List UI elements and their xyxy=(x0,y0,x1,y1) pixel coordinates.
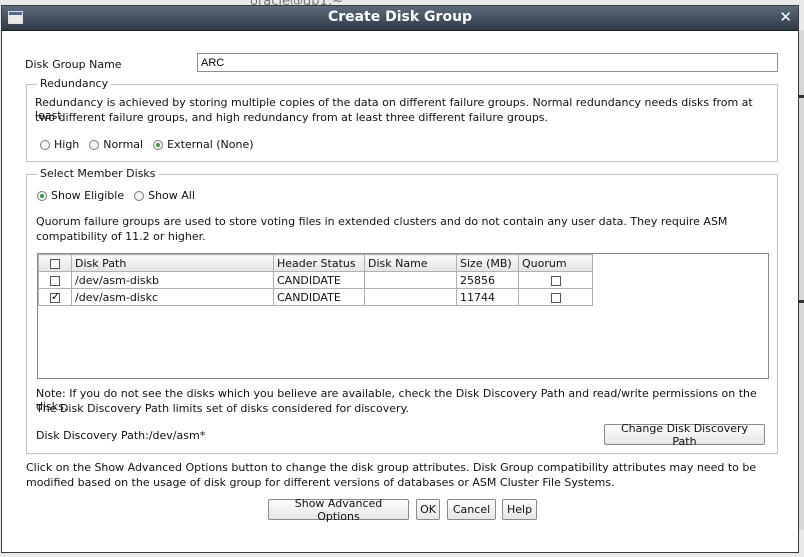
background-edge-mark xyxy=(799,95,804,98)
quorum-checkbox[interactable] xyxy=(550,292,561,303)
dialog-content: Disk Group Name Redundancy Redundancy is… xyxy=(2,31,798,552)
disk-name-cell xyxy=(364,288,457,306)
ok-button[interactable]: OK xyxy=(416,499,440,520)
discovery-path-label: Disk Discovery Path:/dev/asm* xyxy=(36,429,206,442)
redundancy-normal-label: Normal xyxy=(103,138,144,151)
redundancy-group: Redundancy Redundancy is achieved by sto… xyxy=(26,77,778,162)
advanced-note-line1: Click on the Show Advanced Options butto… xyxy=(26,461,757,474)
disk-table-panel[interactable]: Disk Path Header Status Disk Name Size (… xyxy=(37,253,769,379)
change-discovery-path-button[interactable]: Change Disk Discovery Path xyxy=(604,422,765,448)
background-edge-mark xyxy=(799,300,804,303)
column-disk-path[interactable]: Disk Path xyxy=(71,254,274,272)
show-all-label: Show All xyxy=(148,189,195,202)
redundancy-high-label: High xyxy=(54,138,80,151)
select-all-cell xyxy=(38,254,72,272)
header-status-cell: CANDIDATE xyxy=(273,271,365,289)
size-cell: 11744 xyxy=(456,288,519,306)
redundancy-description-line2: two different failure groups, and high r… xyxy=(35,111,549,124)
row-select-checkbox[interactable] xyxy=(50,275,60,286)
disk-group-name-label: Disk Group Name xyxy=(25,58,122,71)
show-eligible-label: Show Eligible xyxy=(51,189,125,202)
disk-path-cell: /dev/asm-diskb xyxy=(71,271,274,289)
help-button[interactable]: Help xyxy=(502,499,537,520)
create-disk-group-dialog: Create Disk Group ✕ Disk Group Name Redu… xyxy=(1,5,799,553)
disk-path-cell: /dev/asm-diskc xyxy=(71,288,274,306)
quorum-checkbox[interactable] xyxy=(550,275,561,286)
quorum-cell xyxy=(518,271,593,289)
discovery-note-line2: The Disk Discovery Path limits set of di… xyxy=(36,402,410,415)
row-select-cell xyxy=(38,288,72,306)
close-icon[interactable]: ✕ xyxy=(779,8,792,26)
member-disks-group: Select Member Disks Show Eligible Show A… xyxy=(26,167,778,454)
table-row[interactable]: /dev/asm-diskb CANDIDATE 25856 xyxy=(38,271,593,289)
show-advanced-options-button[interactable]: Show Advanced Options xyxy=(268,497,409,523)
quorum-cell xyxy=(518,288,593,306)
disk-filter-options: Show Eligible Show All xyxy=(37,189,205,202)
redundancy-external-label: External (None) xyxy=(167,138,254,151)
radio-circle xyxy=(89,139,100,150)
cancel-button[interactable]: Cancel xyxy=(447,499,496,520)
radio-circle xyxy=(40,139,50,150)
advanced-note-line2: modified based on the usage of disk grou… xyxy=(26,476,615,489)
show-all-radio[interactable]: Show All xyxy=(134,189,195,202)
show-eligible-radio[interactable]: Show Eligible xyxy=(37,189,124,202)
member-disks-legend: Select Member Disks xyxy=(37,167,159,180)
disk-group-name-input[interactable] xyxy=(197,53,778,72)
select-all-checkbox[interactable] xyxy=(50,258,60,269)
row-select-cell xyxy=(38,271,72,289)
column-header-status[interactable]: Header Status xyxy=(273,254,365,272)
disk-table-header: Disk Path Header Status Disk Name Size (… xyxy=(38,254,593,272)
quorum-note-line2: compatibility of 11.2 or higher. xyxy=(36,230,206,243)
table-row[interactable]: /dev/asm-diskc CANDIDATE 11744 xyxy=(38,288,593,306)
redundancy-options: High Normal External (None) xyxy=(40,138,264,151)
column-quorum[interactable]: Quorum xyxy=(518,254,593,272)
title-bar[interactable]: Create Disk Group ✕ xyxy=(2,6,798,31)
redundancy-normal-radio[interactable]: Normal xyxy=(89,138,143,151)
background-window-edge xyxy=(799,30,804,530)
disk-table: Disk Path Header Status Disk Name Size (… xyxy=(38,254,593,306)
radio-circle xyxy=(134,190,145,201)
header-status-cell: CANDIDATE xyxy=(273,288,365,306)
dialog-title: Create Disk Group xyxy=(327,9,473,25)
column-disk-name[interactable]: Disk Name xyxy=(364,254,457,272)
row-select-checkbox-checked[interactable] xyxy=(50,290,60,303)
redundancy-legend: Redundancy xyxy=(37,77,112,90)
column-size[interactable]: Size (MB) xyxy=(456,254,519,272)
size-cell: 25856 xyxy=(456,271,519,289)
radio-circle-selected xyxy=(153,139,164,150)
quorum-note-line1: Quorum failure groups are used to store … xyxy=(36,215,728,228)
redundancy-high-radio[interactable]: High xyxy=(40,138,79,151)
redundancy-external-radio[interactable]: External (None) xyxy=(153,138,254,151)
disk-name-cell xyxy=(364,271,457,289)
radio-circle-selected xyxy=(37,190,47,201)
